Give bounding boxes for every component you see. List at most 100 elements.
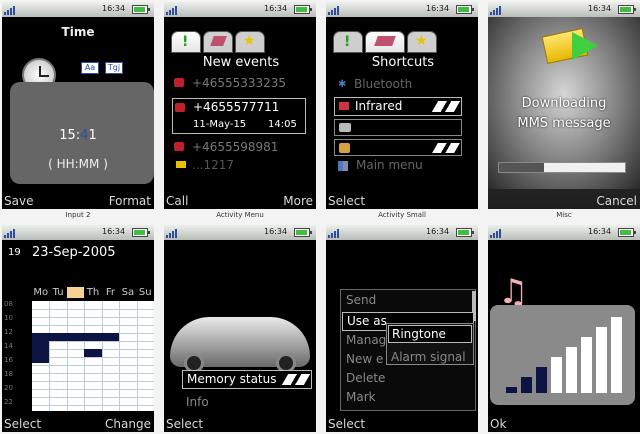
caller-number: +4655577711	[193, 100, 280, 114]
volume-bar	[566, 347, 577, 393]
signal-icon	[328, 4, 342, 15]
event-date: 11-May-15	[193, 119, 247, 130]
menu-grid-icon	[338, 161, 348, 171]
hour-label: 10	[4, 314, 13, 322]
status-bar: 16:34	[488, 2, 640, 17]
volume-bar	[536, 367, 547, 393]
signal-icon	[166, 4, 180, 15]
softkey-bar: Cancel	[488, 192, 640, 209]
list-item[interactable]: ...1217	[172, 158, 310, 175]
list-item[interactable]: +46555333235	[172, 76, 310, 93]
weekday-header: MoTuWeTh Fr SaSu	[32, 287, 154, 301]
submenu-label: Alarm signal	[391, 350, 466, 364]
battery-icon	[294, 5, 312, 14]
softkey-bar: Select	[326, 415, 478, 432]
signal-icon	[4, 4, 18, 15]
calendar-event-block[interactable]	[32, 341, 50, 357]
missed-call-icon	[174, 142, 184, 151]
shortcut-item-infrared[interactable]: Infrared	[334, 97, 462, 116]
menu-item-mark[interactable]: Mark	[346, 390, 376, 404]
list-item[interactable]: +4655598981	[172, 140, 310, 157]
submenu-item-alarm-signal[interactable]: Alarm signal	[391, 346, 473, 364]
call-softkey[interactable]: Call	[166, 194, 188, 208]
menu-item-new[interactable]: New e	[346, 352, 383, 366]
tab-events[interactable]: !	[333, 31, 363, 53]
battery-icon	[132, 228, 150, 237]
week-grid[interactable]	[32, 301, 154, 411]
change-softkey[interactable]: Change	[105, 417, 151, 431]
missed-call-icon	[175, 103, 185, 112]
calendar-event-block[interactable]	[84, 349, 102, 357]
message-sender: ...1217	[192, 158, 234, 172]
menu-item-delete[interactable]: Delete	[346, 371, 385, 385]
time-input-panel: 15:41 ( HH:MM )	[10, 82, 154, 184]
shortcut-item-main-menu[interactable]: Main menu	[336, 158, 472, 175]
phone-screen-calendar: 16:34 19 23-Sep-2005 MoTuWeTh Fr SaSu 08 10…	[2, 225, 154, 432]
softkey-bar: Save Format	[2, 192, 154, 209]
battery-icon	[618, 228, 636, 237]
calendar-event-block[interactable]	[32, 333, 120, 341]
header: New events	[171, 53, 311, 73]
softkey-bar: Select	[164, 415, 316, 432]
time-field[interactable]: 15:41	[10, 128, 146, 143]
shortcut-item-camera[interactable]	[334, 119, 462, 136]
select-softkey[interactable]: Select	[328, 194, 365, 208]
ok-softkey[interactable]: Ok	[490, 417, 506, 431]
shortcut-item-bluetooth[interactable]: ✱ Bluetooth	[336, 77, 472, 94]
time-format-hint: ( HH:MM )	[48, 157, 108, 171]
battery-icon	[132, 5, 150, 14]
shortcut-label: Infrared	[355, 99, 403, 113]
weekday-label: Su	[138, 287, 152, 298]
calendar-event-block[interactable]	[32, 357, 50, 363]
menu-item-info[interactable]: Info	[186, 391, 312, 409]
tab-shortcuts[interactable]	[203, 31, 233, 53]
status-time: 16:34	[264, 4, 288, 13]
tab-events[interactable]: !	[171, 31, 201, 53]
grid-line	[32, 397, 154, 398]
time-value-start: 15:	[59, 128, 81, 143]
hour-labels: 08 10 12 14 16 18 20 22	[4, 300, 28, 410]
shortcut-label: Main menu	[356, 158, 423, 172]
selected-list-item[interactable]: +4655577711 11-May-15 14:05	[172, 98, 306, 134]
status-bar: 16:34	[164, 225, 316, 240]
softkey-bar: Call More	[164, 192, 316, 209]
text-case-button[interactable]: Aa	[81, 62, 99, 74]
select-softkey[interactable]: Select	[4, 417, 41, 431]
battery-icon	[618, 5, 636, 14]
submenu-label: Ringtone	[392, 327, 446, 341]
phone-screen-time: 16:34 Time Aa Tgj 15:41 ( HH:MM ) Save F…	[2, 2, 154, 209]
caller-number: +46555333235	[192, 76, 287, 90]
menu-item-memory-status[interactable]: Memory status	[182, 370, 312, 389]
shortcut-item-contacts[interactable]	[334, 139, 462, 156]
event-time: 14:05	[268, 119, 297, 130]
caller-number: +4655598981	[192, 140, 279, 154]
menu-item-label: Use as	[347, 314, 387, 328]
input-mode-button[interactable]: Tgj	[105, 62, 123, 74]
select-softkey[interactable]: Select	[166, 417, 203, 431]
caption-activity-menu: Activity Menu	[216, 211, 264, 219]
caption-misc: Misc	[556, 211, 572, 219]
signal-icon	[4, 227, 18, 238]
menu-item-send[interactable]: Send	[346, 293, 376, 307]
status-time: 16:34	[426, 227, 450, 236]
volume-bar	[551, 357, 562, 393]
grid-line	[32, 373, 154, 374]
menu-item-label: Memory status	[187, 372, 277, 386]
weekday-label: Fr	[105, 287, 115, 298]
grid-line	[32, 317, 154, 318]
tab-favorites[interactable]: ★	[407, 31, 437, 53]
format-softkey[interactable]: Format	[109, 194, 151, 208]
more-softkey[interactable]: More	[283, 194, 313, 208]
brand-logo-icon	[281, 374, 311, 385]
phone-screen-mms: 16:34 Downloading MMS message Cancel	[488, 2, 640, 209]
cancel-softkey[interactable]: Cancel	[596, 194, 637, 208]
download-line2: MMS message	[517, 116, 611, 131]
brand-logo-icon	[431, 101, 461, 112]
save-softkey[interactable]: Save	[4, 194, 33, 208]
tab-favorites[interactable]: ★	[235, 31, 265, 53]
tab-shortcuts[interactable]	[365, 31, 405, 53]
submenu-item-ringtone[interactable]: Ringtone	[388, 325, 472, 343]
select-softkey[interactable]: Select	[328, 417, 365, 431]
status-bar: 16:34	[2, 225, 154, 240]
hour-label: 14	[4, 342, 13, 350]
